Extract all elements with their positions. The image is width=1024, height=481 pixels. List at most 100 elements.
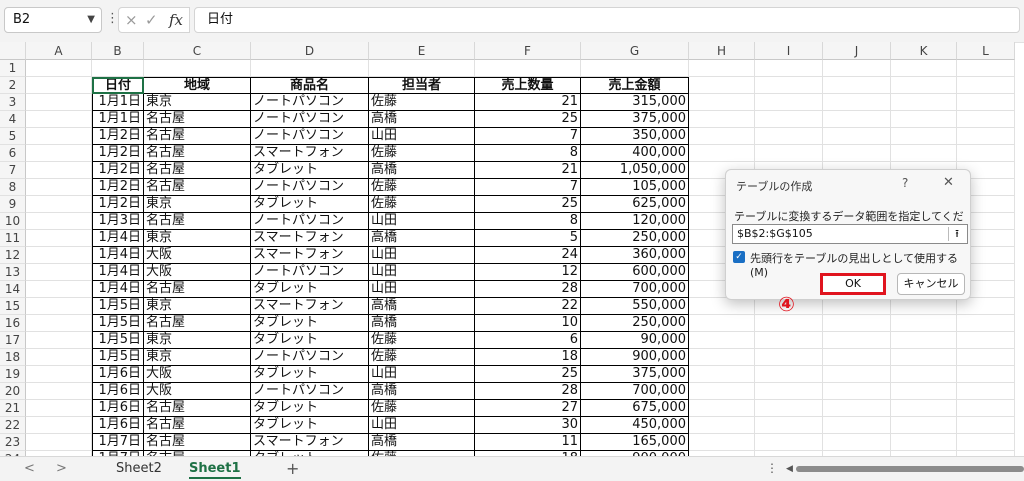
row-header[interactable]: 9 bbox=[0, 196, 26, 213]
table-cell[interactable]: ノートパソコン bbox=[251, 383, 369, 400]
cancel-icon[interactable]: × bbox=[125, 11, 138, 29]
grid-cell[interactable] bbox=[957, 349, 1015, 366]
row-header[interactable]: 2 bbox=[0, 77, 26, 94]
grid-cell[interactable] bbox=[957, 434, 1015, 451]
table-cell[interactable]: 東京 bbox=[144, 332, 251, 349]
grid-cell[interactable] bbox=[891, 111, 957, 128]
name-box[interactable]: B2 ▼ bbox=[4, 7, 102, 33]
grid-cell[interactable] bbox=[755, 315, 823, 332]
table-cell[interactable]: 1月2日 bbox=[92, 179, 144, 196]
table-cell[interactable]: ノートパソコン bbox=[251, 264, 369, 281]
grid-cell[interactable] bbox=[26, 298, 92, 315]
grid-cell[interactable] bbox=[823, 434, 891, 451]
grid-cell[interactable] bbox=[755, 349, 823, 366]
table-cell[interactable]: 1月2日 bbox=[92, 145, 144, 162]
table-cell[interactable]: 1月7日 bbox=[92, 434, 144, 451]
table-cell[interactable]: ノートパソコン bbox=[251, 128, 369, 145]
table-cell[interactable]: 名古屋 bbox=[144, 213, 251, 230]
table-cell[interactable]: 120,000 bbox=[581, 213, 689, 230]
table-cell[interactable]: ノートパソコン bbox=[251, 179, 369, 196]
more-options-icon[interactable]: ⋮ bbox=[766, 461, 778, 475]
table-cell[interactable]: 佐藤 bbox=[369, 349, 475, 366]
table-cell[interactable]: 22 bbox=[475, 298, 581, 315]
grid-cell[interactable] bbox=[891, 298, 957, 315]
table-cell[interactable]: 24 bbox=[475, 247, 581, 264]
grid-cell[interactable] bbox=[891, 383, 957, 400]
column-header[interactable]: F bbox=[475, 42, 581, 60]
grid-cell[interactable] bbox=[957, 111, 1015, 128]
table-cell[interactable]: スマートフォン bbox=[251, 230, 369, 247]
grid-cell[interactable] bbox=[755, 332, 823, 349]
grid-cell[interactable] bbox=[755, 128, 823, 145]
row-header[interactable]: 14 bbox=[0, 281, 26, 298]
table-cell[interactable]: 30 bbox=[475, 417, 581, 434]
grid-cell[interactable] bbox=[957, 366, 1015, 383]
grid-cell[interactable] bbox=[369, 60, 475, 77]
grid-cell[interactable] bbox=[823, 315, 891, 332]
row-header[interactable]: 8 bbox=[0, 179, 26, 196]
table-cell[interactable]: 700,000 bbox=[581, 281, 689, 298]
table-cell[interactable]: 高橋 bbox=[369, 230, 475, 247]
table-cell[interactable]: 1月1日 bbox=[92, 111, 144, 128]
column-header[interactable]: I bbox=[755, 42, 823, 60]
row-header[interactable]: 23 bbox=[0, 434, 26, 451]
table-cell[interactable]: 25 bbox=[475, 111, 581, 128]
table-cell[interactable]: タブレット bbox=[251, 400, 369, 417]
table-cell[interactable]: 大阪 bbox=[144, 247, 251, 264]
table-cell[interactable]: 佐藤 bbox=[369, 196, 475, 213]
grid-cell[interactable] bbox=[26, 349, 92, 366]
table-cell[interactable]: 1月5日 bbox=[92, 315, 144, 332]
grid-cell[interactable] bbox=[891, 366, 957, 383]
table-cell[interactable]: ノートパソコン bbox=[251, 349, 369, 366]
grid-cell[interactable] bbox=[891, 60, 957, 77]
grid-cell[interactable] bbox=[755, 94, 823, 111]
grid-cell[interactable] bbox=[957, 145, 1015, 162]
table-cell[interactable]: 佐藤 bbox=[369, 179, 475, 196]
table-cell[interactable]: 11 bbox=[475, 434, 581, 451]
grid-cell[interactable] bbox=[689, 332, 755, 349]
table-cell[interactable]: 1,050,000 bbox=[581, 162, 689, 179]
column-header[interactable]: J bbox=[823, 42, 891, 60]
table-cell[interactable]: 高橋 bbox=[369, 383, 475, 400]
table-cell[interactable]: 350,000 bbox=[581, 128, 689, 145]
table-cell[interactable]: 山田 bbox=[369, 417, 475, 434]
table-cell[interactable]: 90,000 bbox=[581, 332, 689, 349]
grid-cell[interactable] bbox=[823, 94, 891, 111]
column-header[interactable]: B bbox=[92, 42, 144, 60]
table-cell[interactable]: 6 bbox=[475, 332, 581, 349]
table-cell[interactable]: 1月6日 bbox=[92, 366, 144, 383]
table-cell[interactable]: 10 bbox=[475, 315, 581, 332]
grid-cell[interactable] bbox=[26, 94, 92, 111]
row-header[interactable]: 17 bbox=[0, 332, 26, 349]
grid-cell[interactable] bbox=[92, 60, 144, 77]
table-cell[interactable]: 400,000 bbox=[581, 145, 689, 162]
table-cell[interactable]: 1月6日 bbox=[92, 417, 144, 434]
table-cell[interactable]: 25 bbox=[475, 196, 581, 213]
add-sheet-icon[interactable]: + bbox=[286, 459, 299, 478]
row-header[interactable]: 15 bbox=[0, 298, 26, 315]
table-cell[interactable]: タブレット bbox=[251, 281, 369, 298]
grid-cell[interactable] bbox=[26, 315, 92, 332]
row-header[interactable]: 7 bbox=[0, 162, 26, 179]
table-cell[interactable]: 1月2日 bbox=[92, 162, 144, 179]
grid-cell[interactable] bbox=[26, 196, 92, 213]
table-header-cell[interactable]: 売上数量 bbox=[475, 77, 581, 94]
grid-cell[interactable] bbox=[755, 417, 823, 434]
grid-cell[interactable] bbox=[689, 366, 755, 383]
grid-cell[interactable] bbox=[251, 60, 369, 77]
table-cell[interactable]: 21 bbox=[475, 162, 581, 179]
table-header-cell[interactable]: 日付 bbox=[92, 77, 144, 94]
grid-cell[interactable] bbox=[823, 128, 891, 145]
grid-cell[interactable] bbox=[957, 417, 1015, 434]
table-cell[interactable]: 12 bbox=[475, 264, 581, 281]
row-header[interactable]: 16 bbox=[0, 315, 26, 332]
grid-cell[interactable] bbox=[689, 145, 755, 162]
grid-cell[interactable] bbox=[475, 60, 581, 77]
prev-sheet-icon[interactable]: < bbox=[24, 461, 35, 476]
column-header[interactable]: G bbox=[581, 42, 689, 60]
tab-sheet1[interactable]: Sheet1 bbox=[189, 461, 241, 479]
table-cell[interactable]: 名古屋 bbox=[144, 128, 251, 145]
grid-cell[interactable] bbox=[689, 417, 755, 434]
table-header-cell[interactable]: 商品名 bbox=[251, 77, 369, 94]
table-cell[interactable]: 1月6日 bbox=[92, 383, 144, 400]
